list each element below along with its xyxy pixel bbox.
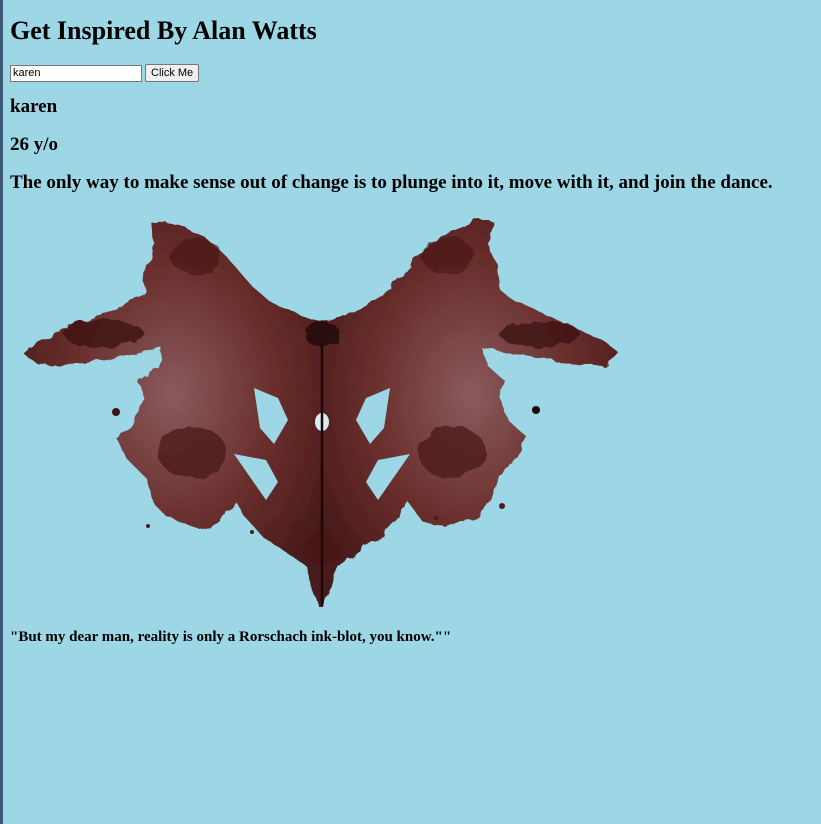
page-title: Get Inspired By Alan Watts <box>10 16 317 45</box>
alan-watts-quote: The only way to make sense out of change… <box>10 172 773 193</box>
name-form: Click Me <box>10 64 200 82</box>
click-me-button[interactable]: Click Me <box>145 64 200 82</box>
name-display: karen <box>10 96 58 117</box>
age-display: 26 y/o <box>10 134 59 155</box>
window-left-edge <box>0 0 3 824</box>
rorschach-inkblot-image <box>24 220 620 608</box>
name-input[interactable] <box>10 64 142 82</box>
rorschach-caption: "But my dear man, reality is only a Rors… <box>10 629 452 645</box>
